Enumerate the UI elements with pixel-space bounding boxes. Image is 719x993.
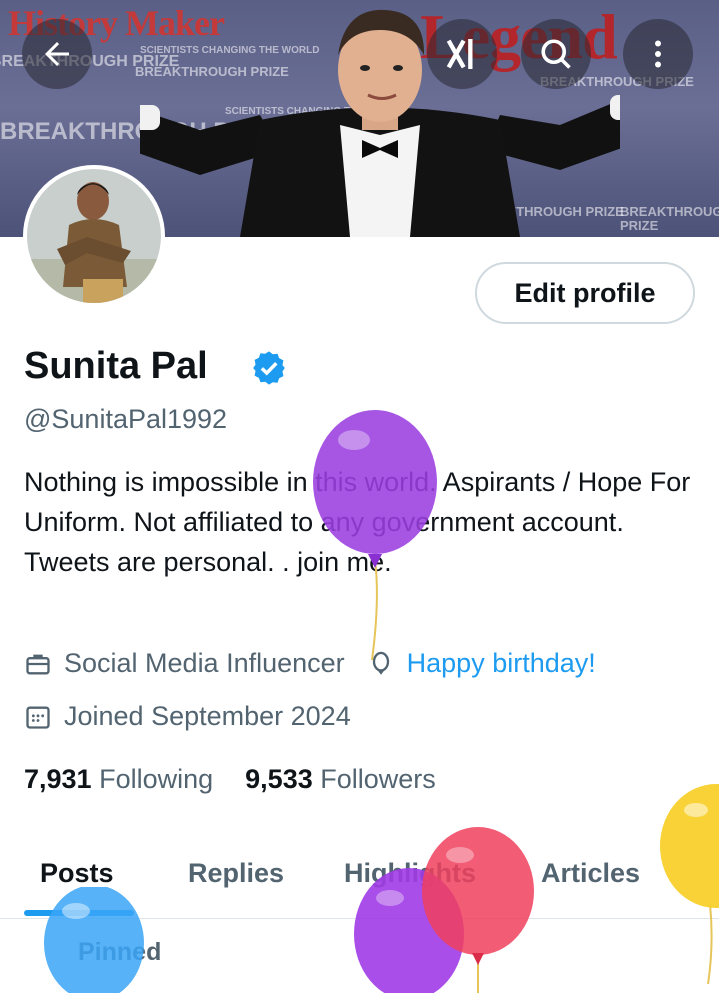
birthday-balloon-yellow — [660, 784, 719, 984]
tab-posts[interactable]: Posts — [40, 858, 114, 889]
profile-meta-row: Joined September 2024 — [24, 701, 351, 732]
profile-handle: @SunitaPal1992 — [24, 404, 228, 434]
back-button[interactable] — [22, 19, 92, 89]
followers-count: 9,533 — [245, 764, 313, 794]
profile-stats: 7,931 Following 9,533 Followers — [24, 764, 436, 795]
grok-button[interactable] — [427, 19, 497, 89]
followers-link[interactable]: 9,533 Followers — [245, 764, 436, 795]
edit-profile-button[interactable]: Edit profile — [475, 262, 695, 324]
profession-label: Social Media Influencer — [64, 648, 345, 678]
following-count: 7,931 — [24, 764, 92, 794]
birthday-balloon-blue — [44, 887, 144, 993]
birthday-balloon-red — [422, 827, 534, 993]
search-icon — [541, 39, 571, 69]
more-button[interactable] — [623, 19, 693, 89]
briefcase-icon — [26, 654, 50, 674]
arrow-left-icon — [45, 42, 69, 66]
profile-name: Sunita Pal — [24, 345, 208, 387]
calendar-icon — [26, 706, 50, 729]
grok-icon — [446, 39, 473, 69]
avatar-image — [27, 169, 161, 303]
more-vertical-icon — [655, 40, 661, 68]
avatar[interactable] — [23, 165, 165, 307]
followers-label: Followers — [320, 764, 436, 794]
following-link[interactable]: 7,931 Following — [24, 764, 213, 795]
search-button[interactable] — [521, 19, 591, 89]
tab-articles[interactable]: Articles — [541, 858, 640, 889]
tab-replies[interactable]: Replies — [188, 858, 284, 889]
verified-badge-icon[interactable] — [250, 349, 288, 387]
banner-background-text: BREAKTHROUGH PRIZE — [620, 204, 719, 233]
following-label: Following — [99, 764, 214, 794]
joined-date: Joined September 2024 — [64, 701, 351, 731]
birthday-balloon-purple — [313, 410, 437, 660]
